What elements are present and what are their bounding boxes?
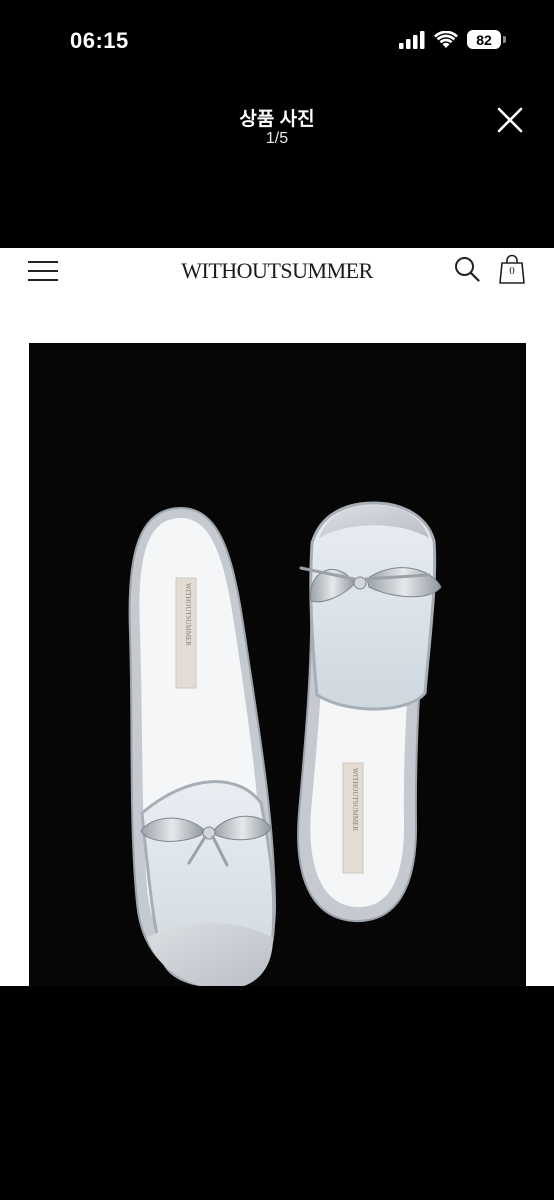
photo-viewer-screen: 06:15 82 상품 사진 1/5 WITHOUTSUMMER 0 WITHO… [0,0,554,1200]
cart-count: 0 [509,265,515,277]
product-photo[interactable]: WITHOUTSUMMER 0 WITHOUTSUMMER WITHOUTSUM… [0,248,554,986]
right-sandal: WITHOUTSUMMER [297,501,442,923]
viewer-title: 상품 사진 [239,109,315,130]
close-icon [497,107,523,133]
battery-level: 82 [467,30,501,49]
product-image: WITHOUTSUMMER WITHOUTSUMMER [29,343,526,986]
cellular-signal-icon [399,30,425,49]
wifi-icon [434,30,458,48]
photo-counter: 1/5 [265,130,289,147]
site-header: WITHOUTSUMMER 0 [0,248,554,294]
left-insole-brand: WITHOUTSUMMER [184,583,192,646]
left-sandal: WITHOUTSUMMER [128,506,277,986]
right-insole-brand: WITHOUTSUMMER [351,768,359,831]
battery-tip [503,36,506,43]
search-icon [455,257,480,282]
battery-icon: 82 [467,30,506,49]
sandals-illustration: WITHOUTSUMMER WITHOUTSUMMER [128,501,442,986]
status-time: 06:15 [70,28,129,53]
viewer-header: 상품 사진 1/5 [0,84,554,248]
status-icons: 82 [399,30,506,49]
status-bar: 06:15 82 [0,0,554,84]
close-button[interactable] [494,104,526,136]
